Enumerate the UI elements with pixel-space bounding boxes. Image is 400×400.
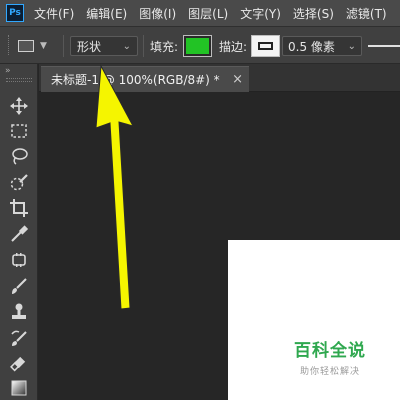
options-bar: ▼ 形状 ⌄ 填充: 描边: 0.5 像素 ⌄: [0, 26, 400, 64]
stroke-color-swatch[interactable]: [251, 35, 280, 57]
crop-tool[interactable]: [6, 196, 32, 220]
collapse-panel-icon[interactable]: »: [5, 66, 10, 76]
menu-layer[interactable]: 图层(L): [188, 5, 228, 22]
stroke-type-picker[interactable]: [368, 36, 400, 56]
watermark: 百科全说 助你轻松解决: [280, 336, 380, 377]
chevron-down-icon: ⌄: [347, 40, 356, 52]
stroke-label: 描边:: [219, 40, 248, 54]
clone-stamp-tool[interactable]: [6, 300, 32, 324]
history-brush-tool[interactable]: [6, 326, 32, 350]
lasso-tool[interactable]: [6, 144, 32, 168]
quick-select-tool[interactable]: [6, 170, 32, 194]
menu-bar: Ps 文件(F) 编辑(E) 图像(I) 图层(L) 文字(Y) 选择(S) 滤…: [0, 0, 400, 26]
chevron-down-icon: ▼: [40, 41, 47, 51]
stroke-line-icon: [368, 45, 400, 47]
menu-edit[interactable]: 编辑(E): [86, 5, 127, 22]
options-divider: [143, 35, 144, 57]
document-tab[interactable]: 未标题-1 @ 100%(RGB/8#) * ×: [41, 66, 249, 92]
eraser-tool[interactable]: [6, 352, 32, 376]
menu-filter[interactable]: 滤镜(T): [346, 5, 387, 22]
rectangle-shape-icon: [18, 40, 34, 52]
close-icon[interactable]: ×: [232, 72, 243, 87]
brush-icon: [12, 278, 27, 294]
lasso-icon: [12, 148, 28, 165]
healing-brush-icon: [12, 253, 26, 267]
options-grip[interactable]: [8, 35, 11, 55]
fill-label: 填充:: [150, 40, 179, 54]
watermark-title: 百科全说: [294, 341, 366, 361]
eraser-icon: [10, 356, 26, 372]
gradient-tool[interactable]: [6, 376, 32, 400]
move-icon: [10, 97, 28, 115]
document-tab-title: 未标题-1 @ 100%(RGB/8#) *: [51, 73, 220, 87]
healing-brush-tool[interactable]: [6, 248, 32, 272]
marquee-tool[interactable]: [6, 119, 32, 143]
tool-mode-value: 形状: [77, 39, 102, 54]
crop-icon: [10, 199, 28, 217]
options-divider: [63, 35, 64, 57]
document-tab-bar: 未标题-1 @ 100%(RGB/8#) * ×: [39, 64, 400, 92]
fill-color-chip: [186, 38, 209, 54]
menu-image[interactable]: 图像(I): [139, 5, 176, 22]
tool-mode-select[interactable]: 形状 ⌄: [70, 36, 138, 56]
tool-preset-picker[interactable]: ▼: [18, 36, 58, 56]
move-tool[interactable]: [6, 94, 32, 118]
menu-type[interactable]: 文字(Y): [240, 5, 281, 22]
brush-tool[interactable]: [6, 274, 32, 298]
tools-panel: »: [0, 64, 38, 400]
eyedropper-tool[interactable]: [6, 222, 32, 246]
stroke-width-value: 0.5 像素: [288, 39, 335, 54]
eyedropper-icon: [11, 225, 29, 242]
tools-panel-grip[interactable]: [6, 78, 32, 82]
menu-select[interactable]: 选择(S): [293, 5, 334, 22]
chevron-down-icon: ⌄: [122, 40, 131, 52]
stroke-width-field[interactable]: 0.5 像素 ⌄: [282, 36, 362, 56]
photoshop-logo[interactable]: Ps: [6, 4, 24, 22]
clone-stamp-icon: [12, 303, 26, 319]
menu-file[interactable]: 文件(F): [34, 5, 74, 22]
marquee-icon: [11, 124, 27, 138]
stroke-preview-icon: [258, 42, 273, 50]
gradient-icon: [11, 380, 27, 396]
watermark-subtitle: 助你轻松解决: [299, 367, 360, 377]
history-brush-icon: [11, 330, 27, 346]
fill-color-swatch[interactable]: [183, 35, 212, 57]
quick-select-icon: [10, 174, 28, 191]
